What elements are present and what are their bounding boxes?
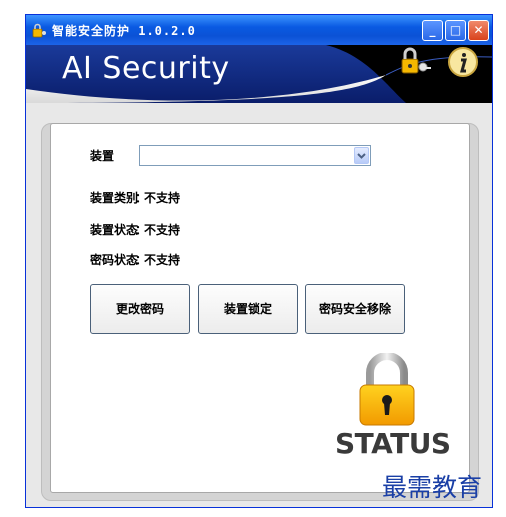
device-state-label: 装置状态 (90, 223, 139, 237)
lock-key-icon[interactable] (398, 45, 432, 79)
app-window: 智能安全防护 1.0.2.0 _ □ ✕ AI Security 装置 装置类别… (25, 14, 493, 508)
padlock-icon (359, 353, 415, 426)
chevron-down-glyph (357, 153, 366, 159)
status-label: STATUS (335, 427, 451, 460)
close-icon: ✕ (473, 23, 484, 37)
password-state-row: 密码状态：不支持 (90, 251, 180, 268)
window-title: 智能安全防护 1.0.2.0 (52, 24, 196, 38)
password-state-value: 不支持 (144, 253, 181, 267)
maximize-button[interactable]: □ (445, 20, 466, 41)
info-icon[interactable] (446, 45, 480, 79)
password-state-label: 密码状态 (90, 253, 139, 267)
watermark-text: 最需教育 (382, 473, 483, 502)
change-password-button[interactable]: 更改密码 (90, 284, 190, 334)
minimize-icon: _ (429, 23, 436, 37)
chevron-down-icon[interactable] (354, 147, 369, 164)
device-type-value: 不支持 (144, 191, 181, 205)
device-state-row: 装置状态：不支持 (90, 221, 180, 238)
lock-device-button[interactable]: 装置锁定 (198, 284, 298, 334)
device-label: 装置 (90, 149, 115, 163)
device-type-label: 装置类别 (90, 191, 139, 205)
close-button[interactable]: ✕ (468, 20, 489, 41)
remove-password-button[interactable]: 密码安全移除 (305, 284, 405, 334)
device-state-value: 不支持 (144, 223, 181, 237)
device-type-row: 装置类别：不支持 (90, 189, 180, 206)
maximize-icon: □ (449, 23, 462, 37)
app-lock-icon (32, 23, 46, 38)
header-banner: AI Security (26, 45, 492, 103)
banner-title: AI Security (62, 51, 230, 86)
device-select[interactable] (139, 145, 371, 166)
title-bar[interactable]: 智能安全防护 1.0.2.0 _ □ ✕ (26, 15, 492, 45)
minimize-button[interactable]: _ (422, 20, 443, 41)
